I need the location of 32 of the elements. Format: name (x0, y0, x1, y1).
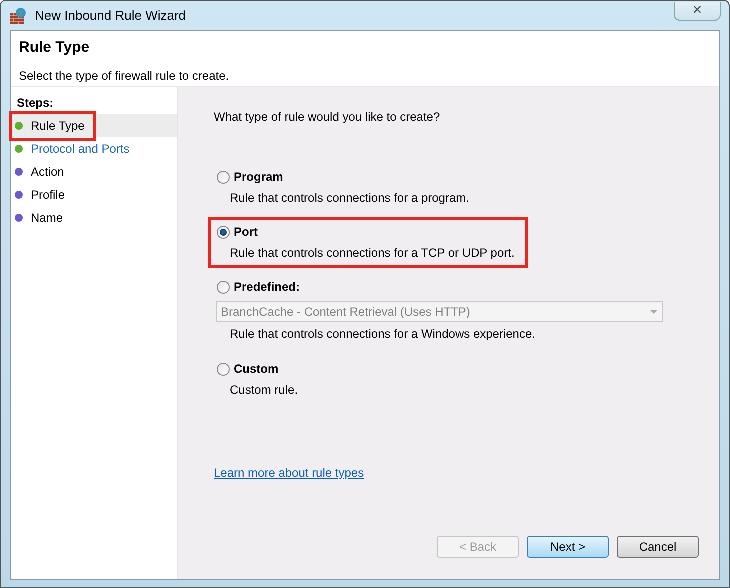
step-item[interactable]: Protocol and Ports (11, 137, 177, 160)
window-title: New Inbound Rule Wizard (35, 6, 186, 25)
page-title: Rule Type (19, 38, 91, 58)
learn-more-link[interactable]: Learn more about rule types (214, 464, 364, 482)
firewall-icon (9, 6, 27, 24)
option-label[interactable]: Port (234, 223, 258, 241)
page-subtitle: Select the type of firewall rule to create. (19, 68, 230, 84)
steps-heading: Steps: (16, 95, 55, 112)
wizard-button[interactable]: Cancel (617, 536, 699, 558)
step-item[interactable]: Profile (11, 183, 177, 206)
wizard-button[interactable]: Next > (527, 536, 609, 558)
option-label[interactable]: Custom (234, 360, 279, 378)
step-label: Name (31, 210, 64, 226)
option-description: Custom rule. (230, 382, 298, 399)
dropdown-arrow-icon (650, 310, 658, 314)
step-item[interactable]: Action (11, 160, 177, 183)
step-item[interactable]: Name (11, 206, 177, 229)
option-label[interactable]: Predefined: (234, 278, 300, 296)
radio-button[interactable] (217, 170, 230, 184)
close-button[interactable]: × (674, 2, 721, 21)
option-description: Rule that controls connections for a Windows experience. (230, 326, 536, 343)
question-text: What type of rule would you like to create? (214, 109, 440, 126)
option-description: Rule that controls connections for a program. (230, 190, 470, 207)
step-label: Profile (31, 186, 66, 204)
step-label: Rule Type (31, 118, 85, 134)
radio-button[interactable] (217, 280, 230, 294)
radio-button[interactable] (217, 226, 230, 238)
option-label[interactable]: Program (234, 168, 284, 186)
option-description: Rule that controls connections for a TCP or UDP port. (230, 245, 515, 262)
radio-button[interactable] (217, 362, 230, 376)
step-link[interactable]: Protocol and Ports (31, 140, 130, 158)
step-label: Action (31, 164, 64, 180)
